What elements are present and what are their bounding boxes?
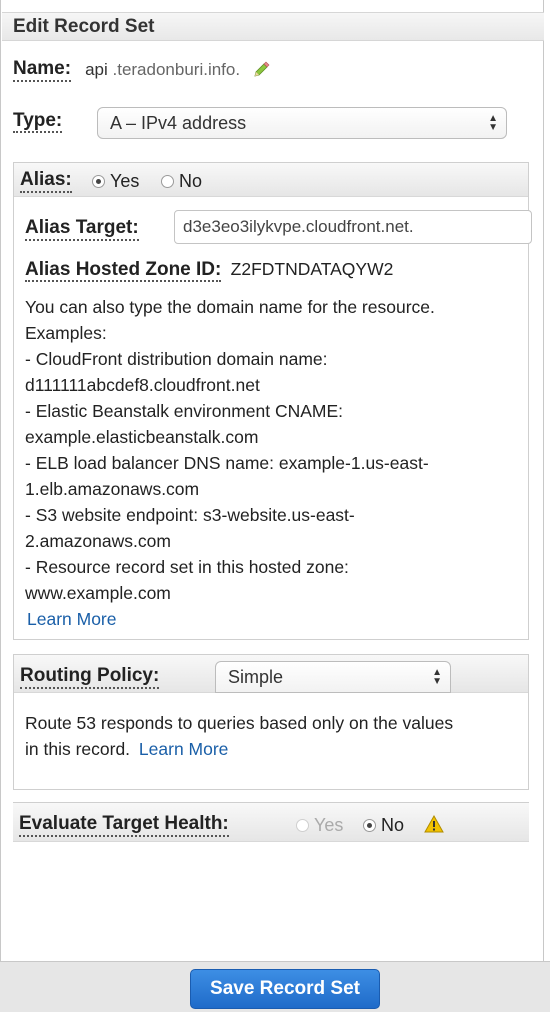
health-section: Evaluate Target Health: Yes No xyxy=(13,802,529,842)
name-domain: .teradonburi.info. xyxy=(112,60,241,79)
save-record-set-button[interactable]: Save Record Set xyxy=(190,969,380,1009)
name-value: api .teradonburi.info. xyxy=(85,60,240,80)
alias-no-option[interactable]: No xyxy=(161,171,202,192)
health-no-radio[interactable] xyxy=(363,819,376,832)
health-label: Evaluate Target Health: xyxy=(19,813,229,837)
help-line: - S3 website endpoint: s3-website.us-eas… xyxy=(25,505,355,525)
alias-zone-value: Z2FDTNDATAQYW2 xyxy=(230,259,394,279)
alias-zone-row: Alias Hosted Zone ID: Z2FDTNDATAQYW2 xyxy=(25,259,394,282)
alias-learn-more-link[interactable]: Learn More xyxy=(27,606,515,632)
select-arrows-icon: ▲ ▼ xyxy=(432,667,442,687)
health-yes-option[interactable]: Yes xyxy=(296,815,343,836)
routing-section: Routing Policy: Simple ▲ ▼ Route 53 respo… xyxy=(13,654,529,790)
name-label: Name: xyxy=(13,58,72,82)
routing-learn-more-link[interactable]: Learn More xyxy=(139,739,229,759)
pencil-icon[interactable] xyxy=(252,61,270,79)
help-line: 2.amazonaws.com xyxy=(25,531,171,551)
alias-zone-label: Alias Hosted Zone ID: xyxy=(25,259,222,282)
type-label: Type: xyxy=(13,110,63,133)
name-prefix: api xyxy=(85,60,108,79)
routing-help-line2: in this record. xyxy=(25,739,131,759)
alias-section: Alias: Yes No Alias Target: d3e3eo3ilykv… xyxy=(13,162,532,640)
help-line: example.elasticbeanstalk.com xyxy=(25,427,259,447)
alias-no-radio[interactable] xyxy=(161,175,174,188)
alias-label: Alias: xyxy=(20,169,72,193)
health-yes-radio[interactable] xyxy=(296,819,309,832)
edit-record-set-panel: Edit Record Set Name: api .teradonburi.i… xyxy=(0,0,544,1012)
type-selected: A – IPv4 address xyxy=(110,112,247,133)
help-line: d111111abcdef8.cloudfront.net xyxy=(25,375,260,395)
health-no-label: No xyxy=(381,815,405,835)
health-no-option[interactable]: No xyxy=(363,815,404,836)
alias-target-input[interactable]: d3e3eo3ilykvpe.cloudfront.net. xyxy=(174,210,532,244)
help-line: - ELB load balancer DNS name: example-1.… xyxy=(25,453,429,473)
name-row: Name: api .teradonburi.info. xyxy=(13,58,270,82)
routing-selected: Simple xyxy=(228,666,284,687)
help-line: - Resource record set in this hosted zon… xyxy=(25,557,349,577)
routing-label: Routing Policy: xyxy=(20,665,160,689)
button-bar: Save Record Set xyxy=(0,961,550,1012)
alias-target-value: d3e3eo3ilykvpe.cloudfront.net. xyxy=(183,217,414,236)
routing-help-text: Route 53 responds to queries based only … xyxy=(25,710,525,762)
alias-target-label: Alias Target: xyxy=(25,217,139,241)
help-line: Examples: xyxy=(25,323,107,343)
alias-yes-label: Yes xyxy=(110,171,140,191)
help-line: www.example.com xyxy=(25,583,171,603)
health-yes-label: Yes xyxy=(314,815,344,835)
alias-no-label: No xyxy=(179,171,203,191)
routing-help-line1: Route 53 responds to queries based only … xyxy=(25,713,454,733)
help-line: 1.elb.amazonaws.com xyxy=(25,479,200,499)
health-bar: Evaluate Target Health: Yes No xyxy=(13,803,529,842)
type-select[interactable]: A – IPv4 address ▲ ▼ xyxy=(97,107,507,139)
alias-help-text: You can also type the domain name for th… xyxy=(25,294,515,632)
alias-yes-option[interactable]: Yes xyxy=(92,171,139,192)
alias-bar: Alias: Yes No xyxy=(14,163,528,197)
help-line: - Elastic Beanstalk environment CNAME: xyxy=(25,401,344,421)
alias-yes-radio[interactable] xyxy=(92,175,105,188)
help-line: You can also type the domain name for th… xyxy=(25,297,435,317)
routing-select[interactable]: Simple ▲ ▼ xyxy=(215,661,451,693)
select-arrows-icon: ▲ ▼ xyxy=(488,113,498,133)
warning-icon[interactable] xyxy=(424,814,444,833)
help-line: - CloudFront distribution domain name: xyxy=(25,349,328,369)
type-row: Type: xyxy=(13,110,63,133)
panel-title: Edit Record Set xyxy=(13,16,155,37)
panel-header: Edit Record Set xyxy=(2,12,544,41)
